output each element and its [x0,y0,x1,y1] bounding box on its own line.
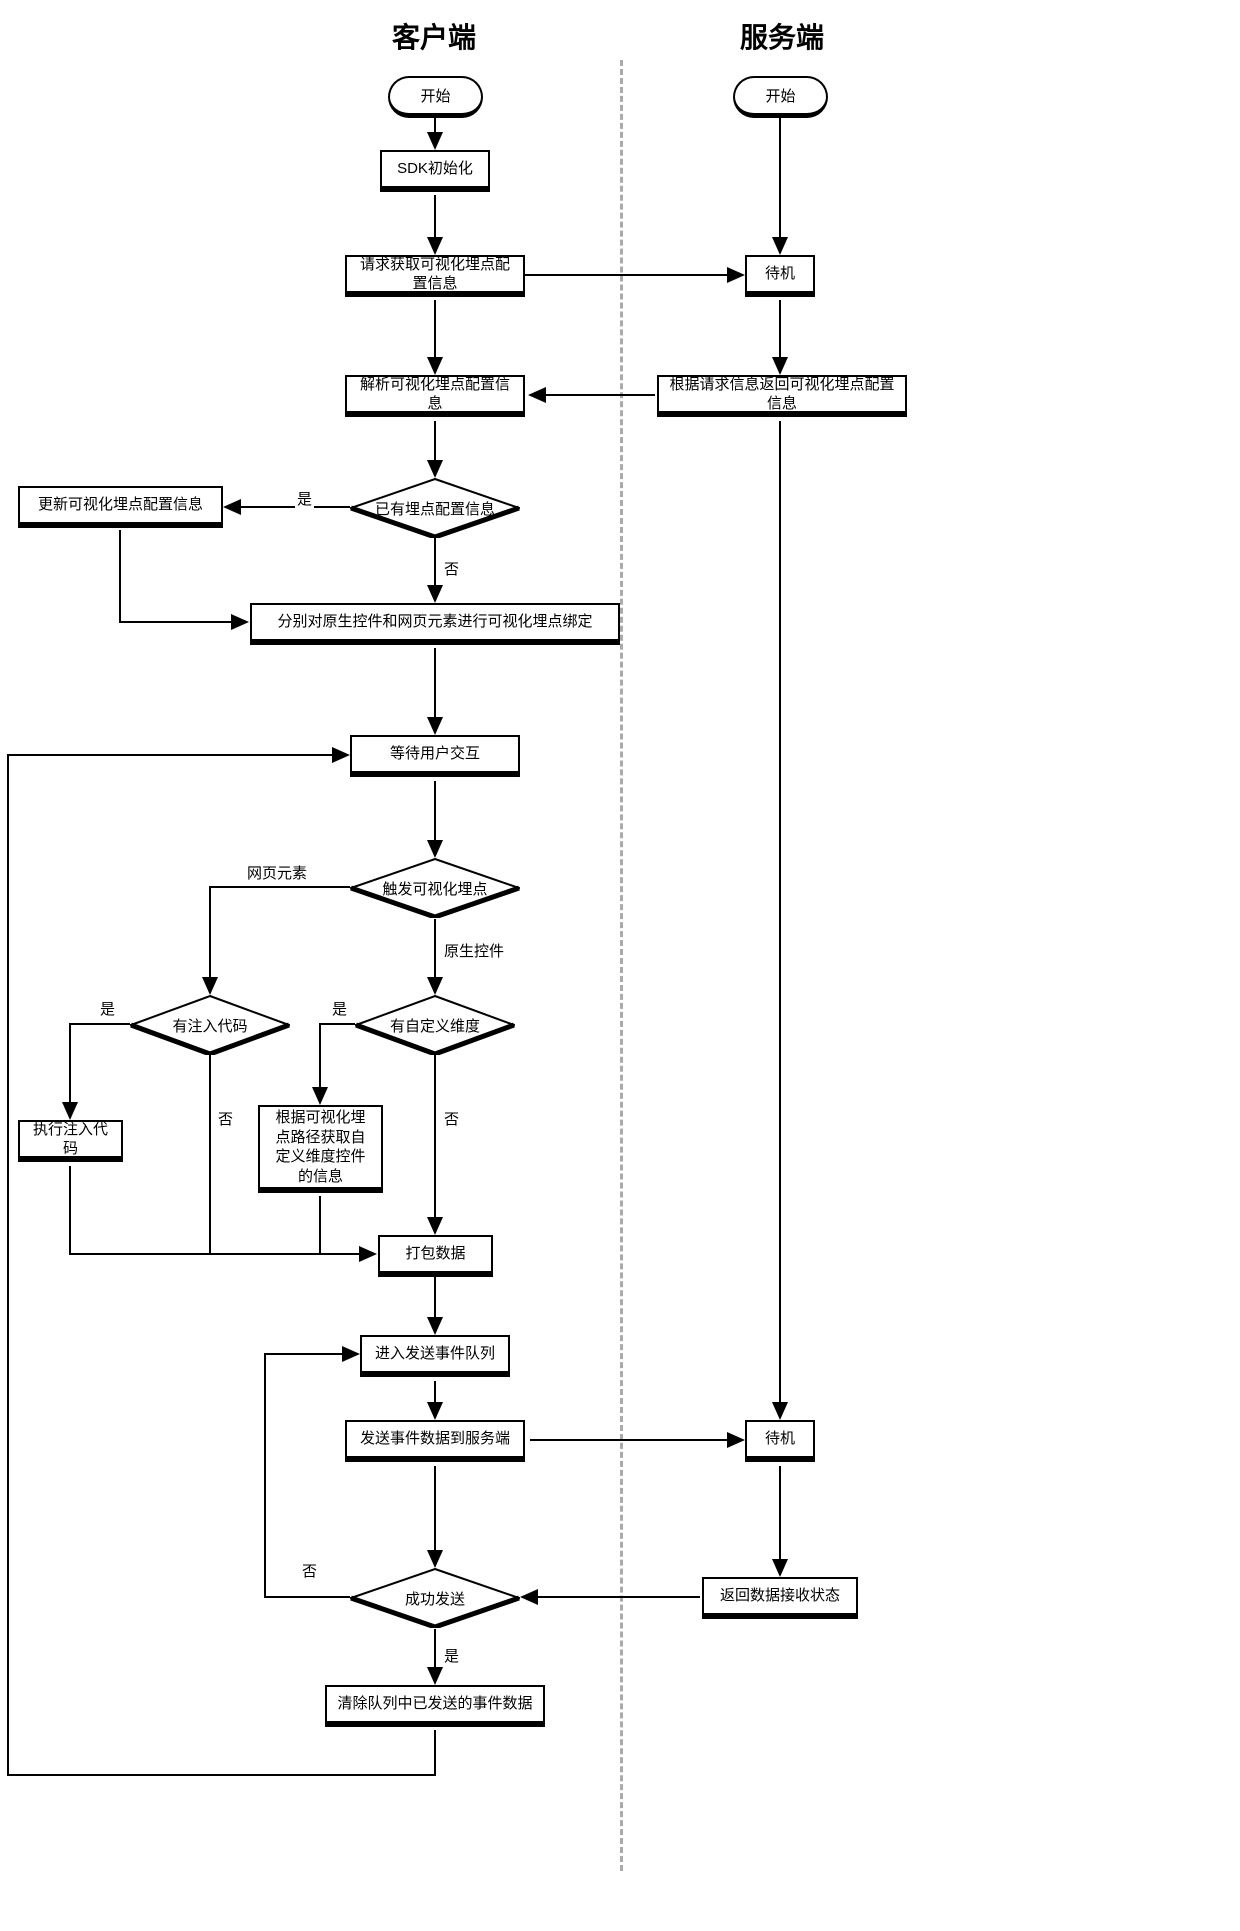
clear-queue-box: 清除队列中已发送的事件数据 [325,1685,545,1727]
pack-data-text: 打包数据 [405,1244,465,1264]
get-custom-dim-text: 根据可视化埋点路径获取自定义维度控件的信息 [270,1108,371,1186]
trigger-text: 触发可视化埋点 [382,878,487,899]
exec-inject-text: 执行注入代码 [30,1120,111,1159]
clear-queue-text: 清除队列中已发送的事件数据 [337,1694,532,1714]
bind-box: 分别对原生控件和网页元素进行可视化埋点绑定 [250,603,620,645]
client-start-terminator: 开始 [388,76,483,118]
send-data-text: 发送事件数据到服务端 [360,1429,510,1449]
label-web-element: 网页元素 [245,862,309,883]
server-standby2-text: 待机 [765,1429,795,1449]
server-standby1-text: 待机 [765,264,795,284]
parse-config-box: 解析可视化埋点配置信息 [345,375,525,417]
server-start-text: 开始 [765,85,795,106]
parse-config-text: 解析可视化埋点配置信息 [357,375,513,414]
client-title: 客户端 [392,16,476,56]
success-send-diamond: 成功发送 [350,1568,520,1628]
request-config-box: 请求获取可视化埋点配置信息 [345,255,525,297]
send-data-box: 发送事件数据到服务端 [345,1420,525,1462]
label-no-send: 否 [300,1560,319,1581]
label-yes-1: 是 [295,488,314,509]
client-start-text: 开始 [420,85,450,106]
exec-inject-box: 执行注入代码 [18,1120,123,1162]
enter-queue-box: 进入发送事件队列 [360,1335,510,1377]
trigger-diamond: 触发可视化埋点 [350,858,520,918]
has-config-diamond: 已有埋点配置信息 [350,478,520,538]
sdk-init-text: SDK初始化 [397,159,473,179]
label-yes-inject: 是 [98,998,117,1019]
bind-text: 分别对原生控件和网页元素进行可视化埋点绑定 [277,612,592,632]
success-send-text: 成功发送 [405,1588,465,1609]
server-return-status-box: 返回数据接收状态 [702,1577,858,1619]
label-no-inject: 否 [216,1108,235,1129]
has-config-text: 已有埋点配置信息 [375,498,495,519]
server-return-status-text: 返回数据接收状态 [720,1586,840,1606]
swimlane-divider [620,60,623,1871]
server-standby1-box: 待机 [745,255,815,297]
wait-interaction-box: 等待用户交互 [350,735,520,777]
has-inject-text: 有注入代码 [172,1015,247,1036]
server-title: 服务端 [740,16,824,56]
has-custom-dim-text: 有自定义维度 [390,1015,480,1036]
label-yes-dim: 是 [330,998,349,1019]
update-config-text: 更新可视化埋点配置信息 [38,495,203,515]
label-yes-send: 是 [442,1645,461,1666]
wait-interaction-text: 等待用户交互 [390,744,480,764]
label-no-dim: 否 [442,1108,461,1129]
enter-queue-text: 进入发送事件队列 [375,1344,495,1364]
server-start-terminator: 开始 [733,76,828,118]
request-config-text: 请求获取可视化埋点配置信息 [357,255,513,294]
get-custom-dim-box: 根据可视化埋点路径获取自定义维度控件的信息 [258,1105,383,1193]
server-standby2-box: 待机 [745,1420,815,1462]
sdk-init-box: SDK初始化 [380,150,490,192]
server-return-config-box: 根据请求信息返回可视化埋点配置信息 [657,375,907,417]
update-config-box: 更新可视化埋点配置信息 [18,486,223,528]
server-return-config-text: 根据请求信息返回可视化埋点配置信息 [669,375,895,414]
has-custom-dim-diamond: 有自定义维度 [355,995,515,1055]
has-inject-diamond: 有注入代码 [130,995,290,1055]
label-native-control: 原生控件 [442,940,506,961]
pack-data-box: 打包数据 [378,1235,493,1277]
label-no-1: 否 [442,558,461,579]
